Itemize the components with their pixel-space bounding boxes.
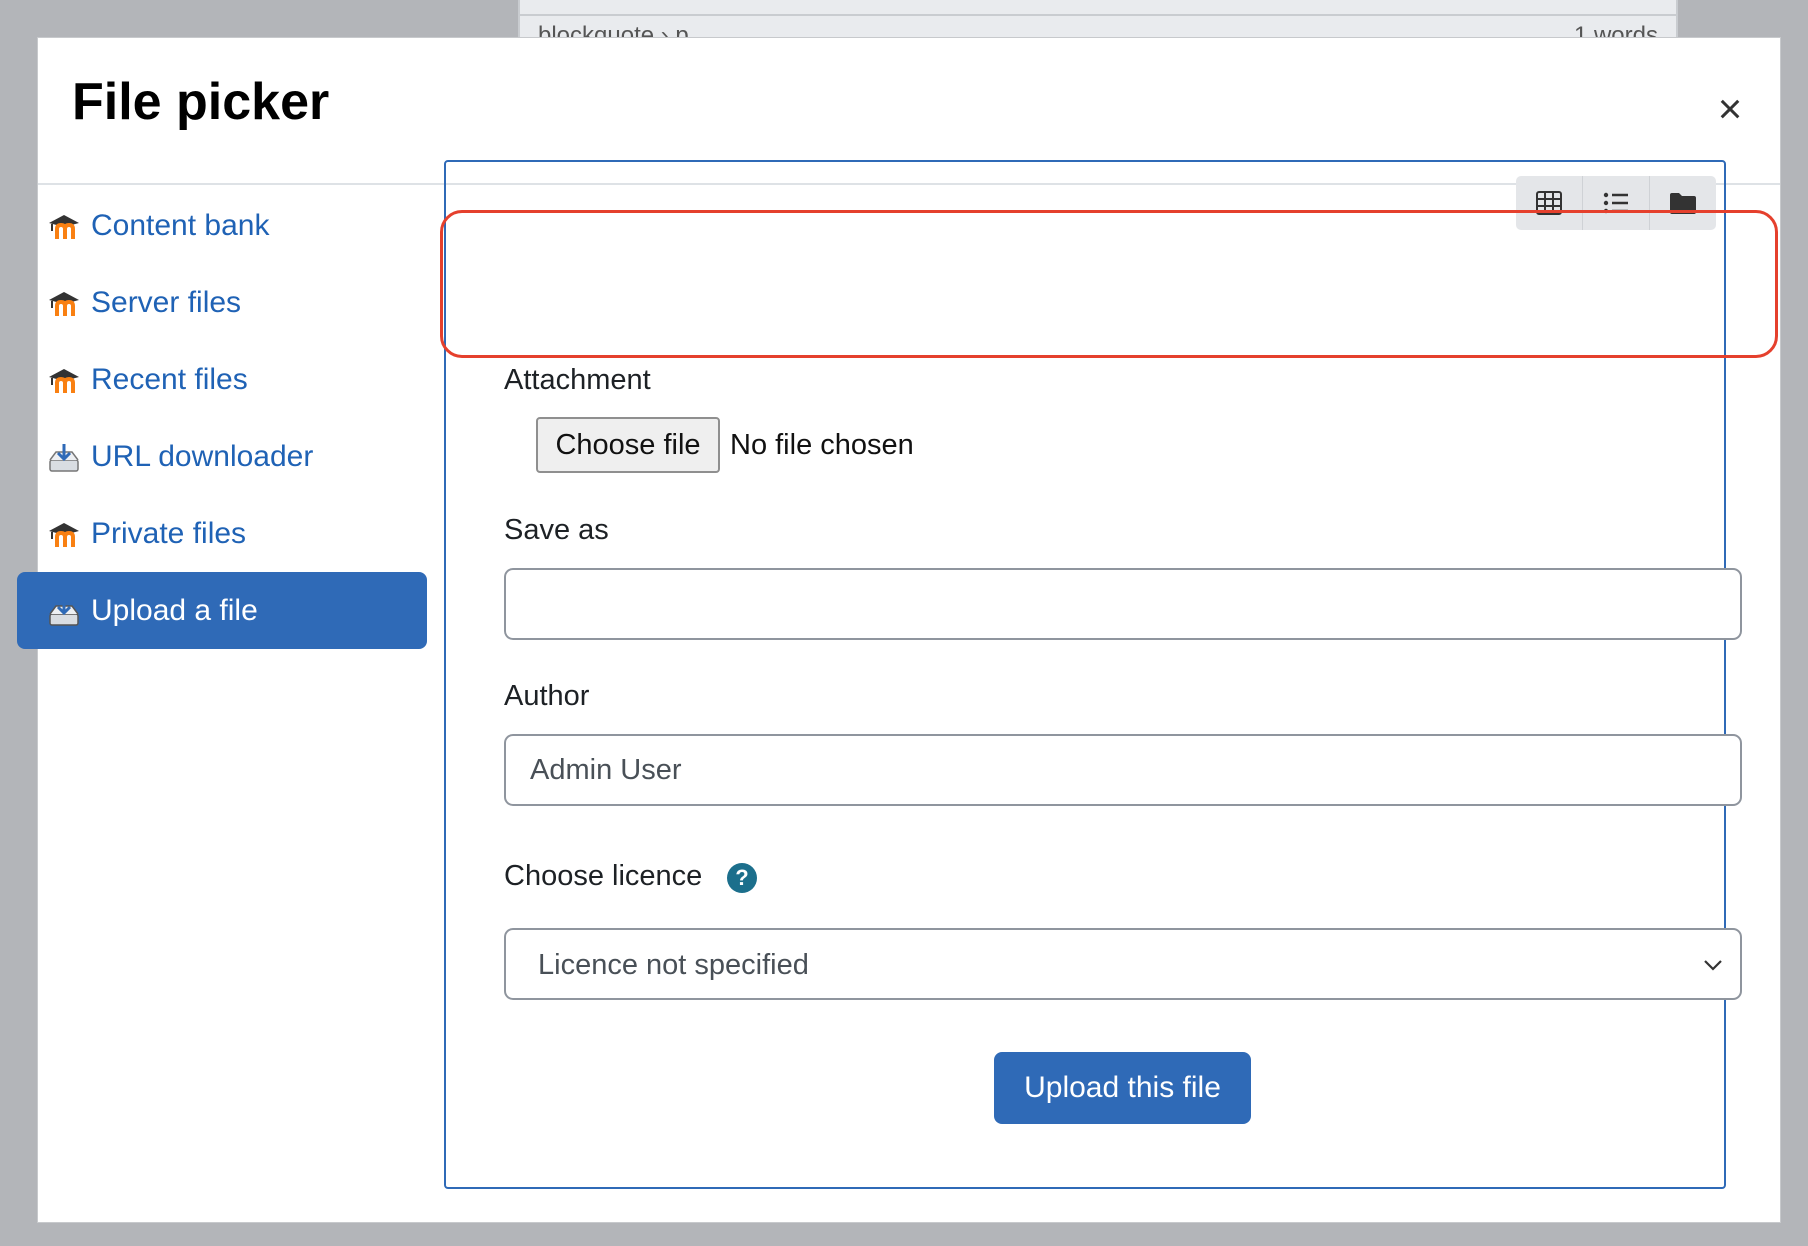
folder-view-button[interactable] [1649, 176, 1716, 230]
author-label: Author [504, 680, 590, 712]
help-icon[interactable]: ? [727, 863, 757, 893]
attachment-label: Attachment [504, 364, 651, 396]
licence-select[interactable]: Licence not specified [504, 928, 1742, 1000]
file-status-text: No file chosen [730, 429, 914, 461]
chevron-down-icon [1704, 960, 1722, 971]
modal-title: File picker [72, 73, 330, 131]
sidebar-item-upload-a-file[interactable]: Upload a file [17, 572, 427, 649]
save-as-label: Save as [504, 514, 609, 546]
licence-label: Choose licence [504, 860, 703, 892]
sidebar-item-label: Upload a file [91, 593, 258, 627]
choose-file-button[interactable]: Choose file [536, 417, 720, 473]
sidebar-item-label: Server files [91, 285, 242, 319]
content-pane [444, 160, 1726, 1189]
sidebar-item-content-bank[interactable]: Content bank [17, 187, 427, 264]
sidebar-item-server-files[interactable]: Server files [17, 264, 427, 341]
sidebar-item-label: Recent files [91, 362, 248, 396]
sidebar-item-label: URL downloader [91, 439, 314, 473]
upload-this-file-button[interactable]: Upload this file [994, 1052, 1251, 1124]
background-editor: blockquote › p 1 words [518, 0, 1678, 49]
save-as-input[interactable] [504, 568, 1742, 640]
upload-icon [49, 597, 79, 626]
grid-view-icon [1536, 191, 1562, 215]
sidebar-item-label: Private files [91, 516, 247, 550]
licence-selected-value: Licence not specified [538, 949, 809, 981]
folder-view-icon [1670, 193, 1696, 214]
view-toolbar [1516, 176, 1716, 230]
grid-view-button[interactable] [1516, 176, 1582, 230]
list-view-icon [1603, 192, 1628, 214]
editor-divider [520, 14, 1676, 16]
sidebar-item-private-files[interactable]: Private files [17, 495, 427, 572]
close-button[interactable]: × [1710, 88, 1750, 130]
moodle-icon [49, 214, 79, 239]
sidebar-item-recent-files[interactable]: Recent files [17, 341, 427, 418]
sidebar-item-label: Content bank [91, 208, 270, 242]
moodle-icon [49, 368, 79, 393]
list-view-button[interactable] [1582, 176, 1649, 230]
moodle-icon [49, 522, 79, 547]
moodle-icon [49, 291, 79, 316]
download-icon [49, 443, 79, 472]
sidebar-item-url-downloader[interactable]: URL downloader [17, 418, 427, 495]
author-input[interactable] [504, 734, 1742, 806]
repository-sidebar: Content bank Server files Recent files U… [17, 187, 427, 649]
